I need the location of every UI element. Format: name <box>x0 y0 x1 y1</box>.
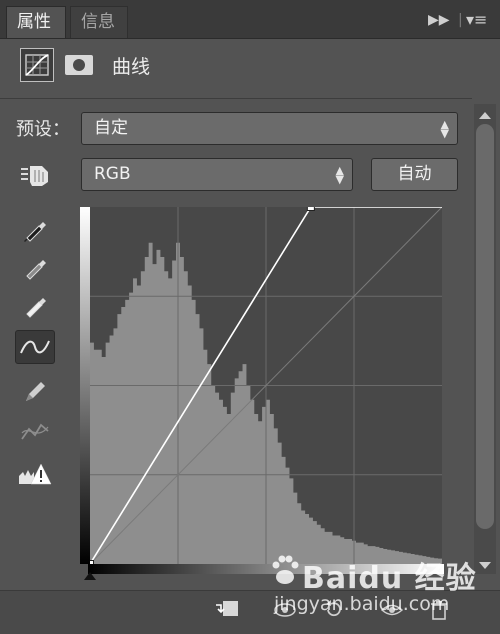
channel-select-value: RGB <box>94 164 131 184</box>
panel-tab-bar: 属性 信息 ▶▶ | ▾≡ <box>0 0 500 39</box>
scroll-up-arrow-icon[interactable] <box>479 112 491 119</box>
view-previous-state-icon[interactable] <box>273 599 296 621</box>
panel-scrollbar[interactable] <box>474 104 496 574</box>
preset-select-value: 自定 <box>94 118 128 138</box>
tabbar-separator: | <box>458 12 463 28</box>
curves-graph[interactable] <box>90 207 442 564</box>
scroll-down-arrow-icon[interactable] <box>479 562 491 569</box>
curve-control-point[interactable] <box>90 560 94 565</box>
input-gradient-bar <box>88 564 444 574</box>
select-arrows-icon: ▲ ▼ <box>335 164 344 186</box>
pencil-draw-icon[interactable] <box>15 375 55 409</box>
tab-properties[interactable]: 属性 <box>6 6 66 38</box>
reset-icon[interactable] <box>323 599 345 621</box>
curve-point-edit-icon[interactable] <box>15 330 55 364</box>
white-point-eyedropper-icon[interactable] <box>15 288 55 322</box>
panel-bottom-toolbar <box>0 590 500 634</box>
scroll-thumb[interactable] <box>476 124 494 529</box>
header-divider <box>0 98 472 99</box>
preset-select[interactable]: 自定 ▲ ▼ <box>81 112 458 145</box>
panel-menu-icon[interactable]: ▾≡ <box>466 9 487 31</box>
toggle-visibility-icon[interactable] <box>380 599 404 621</box>
panel-title: 曲线 <box>112 56 151 78</box>
curve-control-point[interactable] <box>306 207 315 211</box>
auto-button[interactable]: 自动 <box>371 158 458 191</box>
layer-mask-icon[interactable] <box>62 48 96 82</box>
on-image-adjust-hand-icon[interactable] <box>15 158 55 192</box>
output-gradient-bar <box>80 207 90 564</box>
channel-select[interactable]: RGB ▲ ▼ <box>81 158 353 191</box>
preset-label: 预设： <box>16 119 70 140</box>
curves-adjustment-icon[interactable] <box>20 48 54 82</box>
clipping-warning-icon[interactable] <box>15 457 55 491</box>
clip-to-layer-icon[interactable] <box>214 599 238 621</box>
delete-icon[interactable] <box>428 599 450 621</box>
collapse-panel-icon[interactable]: ▶▶ <box>428 9 450 31</box>
tab-info[interactable]: 信息 <box>70 6 128 38</box>
select-arrows-icon: ▲ ▼ <box>440 118 449 140</box>
black-point-slider-icon[interactable] <box>84 572 96 580</box>
smooth-curve-icon[interactable] <box>15 415 55 449</box>
gray-point-eyedropper-icon[interactable] <box>15 250 55 284</box>
black-point-eyedropper-icon[interactable] <box>15 212 55 246</box>
